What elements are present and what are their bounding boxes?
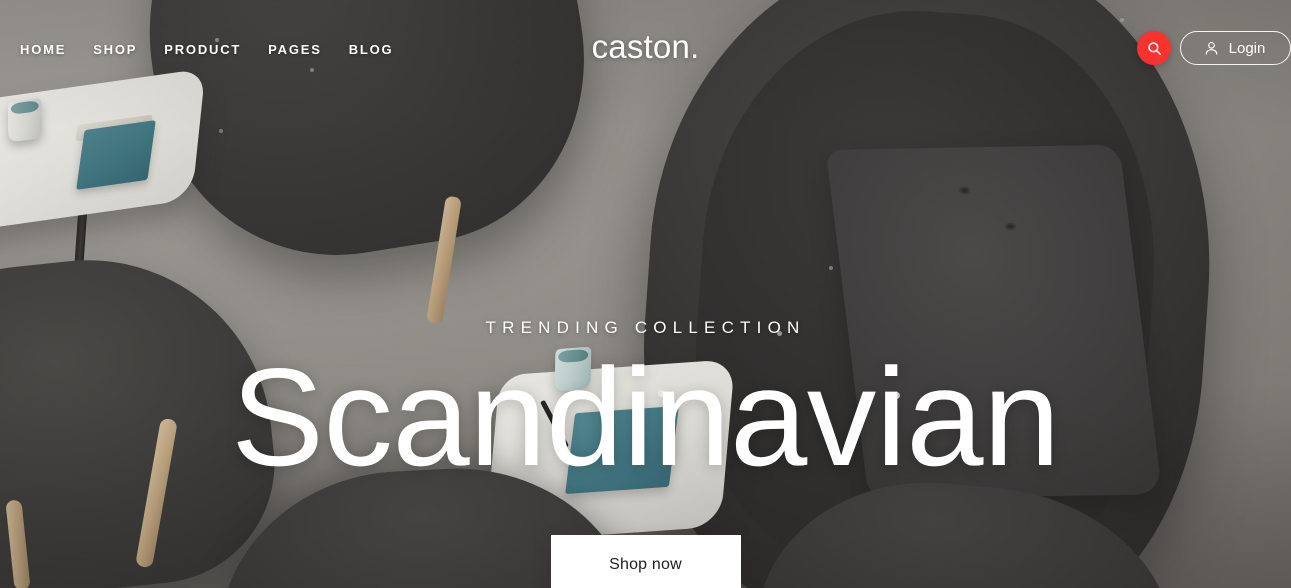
- hero-headline: Scandinavian: [231, 340, 1060, 495]
- header-actions: Login: [1137, 31, 1291, 65]
- search-button[interactable]: [1137, 31, 1171, 65]
- hero-eyebrow: TRENDING COLLECTION: [485, 318, 806, 337]
- nav-item-product[interactable]: PRODUCT: [164, 42, 241, 57]
- site-header: HOME SHOP PRODUCT PAGES BLOG caston. Log…: [0, 0, 1291, 98]
- hero-banner: HOME SHOP PRODUCT PAGES BLOG caston. Log…: [0, 0, 1291, 588]
- search-icon: [1147, 41, 1162, 56]
- nav-item-home[interactable]: HOME: [20, 42, 66, 57]
- nav-item-blog[interactable]: BLOG: [349, 42, 394, 57]
- login-label: Login: [1228, 39, 1266, 57]
- login-button[interactable]: Login: [1180, 31, 1291, 65]
- nav-item-pages[interactable]: PAGES: [268, 42, 322, 57]
- hero-cta-wrapper: Shop now: [0, 535, 1291, 588]
- hero-copy: TRENDING COLLECTION Scandinavian: [0, 318, 1291, 496]
- shop-now-button[interactable]: Shop now: [550, 535, 741, 588]
- user-icon: [1203, 40, 1220, 57]
- nav-item-shop[interactable]: SHOP: [93, 42, 137, 57]
- primary-navigation: HOME SHOP PRODUCT PAGES BLOG: [0, 42, 393, 57]
